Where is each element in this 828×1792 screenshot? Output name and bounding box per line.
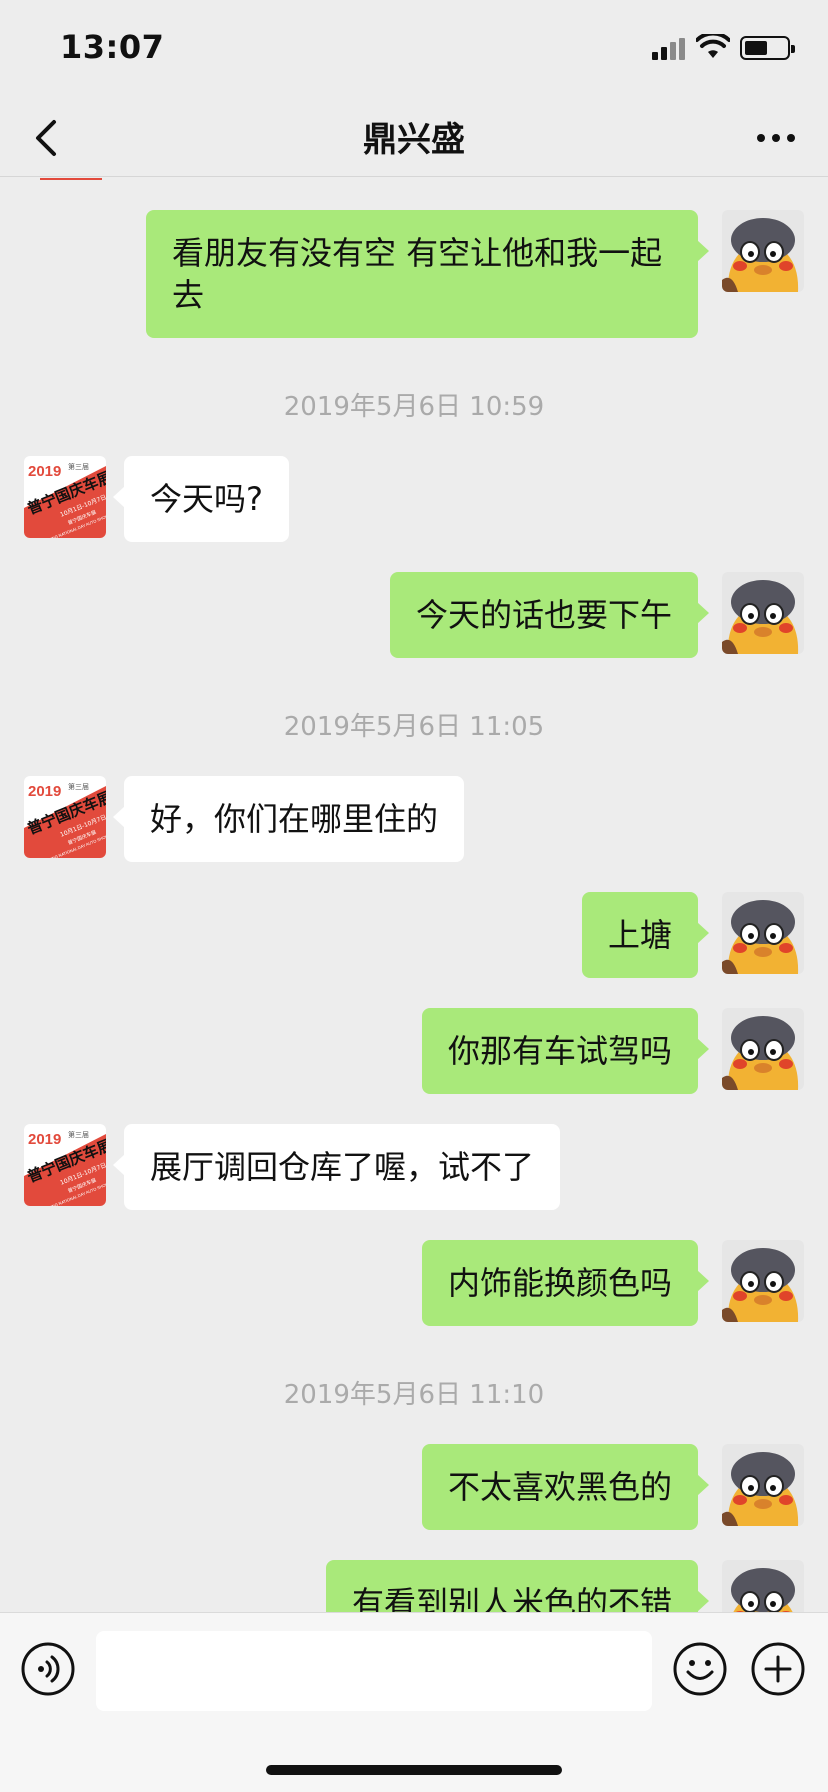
svg-text:2019: 2019 <box>28 463 61 480</box>
more-dots-icon[interactable] <box>754 118 798 158</box>
chat-title: 鼎兴盛 <box>363 120 465 160</box>
battery-icon <box>740 36 795 60</box>
voice-icon[interactable] <box>20 1641 76 1697</box>
message-bubble[interactable]: 展厅调回仓库了喔，试不了 <box>112 1124 561 1210</box>
message-bubble[interactable]: 上塘 <box>581 892 710 978</box>
status-bar: 13:07 <box>0 0 828 100</box>
message-bubble[interactable]: 你那有车试驾吗 <box>421 1008 710 1094</box>
svg-text:第三届: 第三届 <box>68 462 89 471</box>
plus-icon[interactable] <box>750 1641 806 1697</box>
emoji-icon[interactable] <box>672 1641 728 1697</box>
contact-avatar[interactable]: 2019 第三届 普宁国庆车展 10月1日-10月7日 普宁国庆车展 PUNIN… <box>24 776 106 858</box>
message-input[interactable] <box>96 1631 652 1711</box>
cellular-signal-icon <box>652 38 686 60</box>
message-bubble[interactable]: 今天吗? <box>113 456 289 542</box>
message-bubble[interactable]: 看朋友有没有空 有空让他和我一起去 <box>146 210 709 338</box>
message-bubble[interactable]: 有看到别人米色的不错 <box>325 1560 710 1612</box>
timestamp-divider: 2019年5月6日 11:10 <box>283 1380 545 1410</box>
message-bubble[interactable]: 内饰能换颜色吗 <box>421 1240 710 1326</box>
svg-text:第三届: 第三届 <box>68 782 89 791</box>
status-time: 13:07 <box>60 28 165 66</box>
svg-text:2019: 2019 <box>28 1131 61 1148</box>
my-avatar[interactable] <box>722 1444 804 1526</box>
home-indicator[interactable] <box>266 1765 562 1775</box>
timestamp-divider: 2019年5月6日 10:59 <box>283 392 545 422</box>
my-avatar[interactable] <box>722 1560 804 1612</box>
my-avatar[interactable] <box>722 572 804 654</box>
my-avatar[interactable] <box>722 1008 804 1090</box>
svg-text:第三届: 第三届 <box>68 1130 89 1139</box>
contact-avatar[interactable]: 2019 第三届 普宁国庆车展 10月1日-10月7日 普宁国庆车展 PUNIN… <box>24 456 106 538</box>
contact-avatar[interactable]: 2019 第三届 普宁国庆车展 10月1日-10月7日 普宁国庆车展 PUNIN… <box>24 1124 106 1206</box>
svg-text:2019: 2019 <box>28 783 61 800</box>
my-avatar[interactable] <box>722 892 804 974</box>
clipped-previous-message <box>40 178 102 180</box>
my-avatar[interactable] <box>722 1240 804 1322</box>
message-bubble[interactable]: 不太喜欢黑色的 <box>421 1444 710 1530</box>
my-avatar[interactable] <box>722 210 804 292</box>
chat-header: 鼎兴盛 <box>0 100 828 177</box>
message-list[interactable]: 看朋友有没有空 有空让他和我一起去 2019年5月6日 10:59 2019 第… <box>0 178 828 1612</box>
timestamp-divider: 2019年5月6日 11:05 <box>283 712 545 742</box>
message-bubble[interactable]: 好，你们在哪里住的 <box>112 776 465 862</box>
message-bubble[interactable]: 今天的话也要下午 <box>389 572 710 658</box>
input-bar <box>0 1612 828 1792</box>
wifi-icon <box>696 34 730 58</box>
